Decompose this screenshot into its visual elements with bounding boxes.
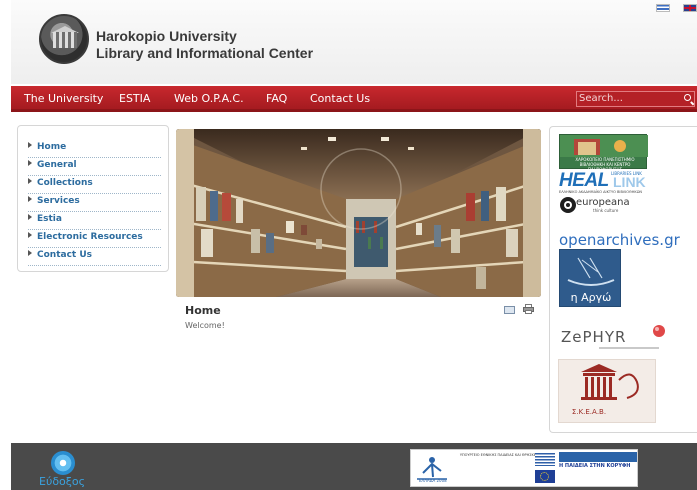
arrow-right-icon [28,160,32,166]
eu-flag-icon [535,470,555,483]
europeana-subtitle: think culture [593,208,619,213]
paideia-text: Η ΠΑΙΔΕΙΑ ΣΤΗΝ ΚΟΡΥΦΗ [559,463,631,469]
search-icon[interactable] [684,94,691,101]
site-header: Harokopio University Library and Informa… [11,0,697,84]
library-photo [176,129,541,297]
search-placeholder: Search... [579,93,623,104]
eudoxus-label[interactable]: Εύδοξος [39,476,85,488]
main-nav: The University ESTIA Web O.P.A.C. FAQ Co… [11,86,697,112]
sidebar-item-contact-us[interactable]: Contact Us [28,248,161,266]
argo-ship-icon [567,257,615,286]
english-flag-icon[interactable] [683,4,697,12]
language-switcher [656,4,697,12]
sidebar-item-label: General [37,160,77,170]
sidebar-item-label: Collections [37,178,93,188]
arrow-right-icon [28,142,32,148]
site-title-line1: Harokopio University [96,28,237,44]
sidebar-item-label: Services [37,196,80,206]
site-title: Harokopio University Library and Informa… [96,28,313,62]
sidebar-item-estia[interactable]: Estia [28,212,161,230]
sidebar-menu: Home General Collections Services Estia … [17,125,169,272]
espa-year-text: ΕΛΛΑΔΑ 2008 [419,478,447,483]
sidebar-item-general[interactable]: General [28,158,161,176]
arrow-right-icon [28,250,32,256]
greek-flag-small-icon [535,453,555,466]
site-title-line2: Library and Informational Center [96,45,314,61]
content-title: Home [185,304,221,317]
sidebar-item-collections[interactable]: Collections [28,176,161,194]
heal-subtitle: ΕΛΛΗΝΙΚΟ ΑΚΑΔΗΜΑΪΚΟ ΔΙΚΤΥΟ ΒΙΒΛΙΟΘΗΚΩΝ [559,190,643,194]
zephyr-logo[interactable]: ZePHYR [559,318,669,358]
sidebar-item-label: Estia [37,214,62,224]
skeab-text: Σ.Κ.Ε.Α.Β. [571,408,607,416]
skeab-logo[interactable]: Σ.Κ.Ε.Α.Β. [558,359,656,423]
sidebar-item-label: Electronic Resources [37,232,143,242]
email-icon[interactable] [504,306,515,314]
zephyr-underline [599,347,659,349]
greek-flag-icon[interactable] [656,4,670,12]
print-icon[interactable] [523,304,534,314]
eu-stars [540,472,549,481]
zephyr-ball-icon [653,325,665,337]
skeab-temple-icon [581,364,639,400]
openarchives-link[interactable]: openarchives.gr [559,232,680,249]
nav-estia[interactable]: ESTIA [119,92,150,106]
search-input[interactable]: Search... [576,91,695,107]
europeana-icon [560,197,576,213]
logo-building [53,32,77,48]
nav-contact-us[interactable]: Contact Us [310,92,370,106]
library-banner-image [176,129,541,297]
sidebar-item-home[interactable]: Home [28,140,161,158]
nav-web-opac[interactable]: Web O.P.A.C. [174,92,244,106]
argo-text: η Αργώ [570,291,612,304]
arrow-right-icon [28,232,32,238]
heal-link-text: LINK [613,174,646,190]
sidebar-item-electronic-resources[interactable]: Electronic Resources [28,230,161,248]
harokopio-banner-text: ΧΑΡΟΚΟΠΕΙΟ ΠΑΝΕΠΙΣΤΗΜΙΟ ΒΙΒΛΙΟΘΗΚΗ ΚΑΙ Κ… [575,157,635,169]
arrow-right-icon [28,214,32,220]
eudoxus-icon[interactable] [51,451,75,475]
espa-banner[interactable]: ΕΛΛΑΔΑ 2008 ΥΠΟΥΡΓΕΙΟ ΕΘΝΙΚΗΣ ΠΑΙΔΕΙΑΣ Κ… [410,449,638,487]
site-footer: ΕΛΛΑΔΑ 2008 ΥΠΟΥΡΓΕΙΟ ΕΘΝΙΚΗΣ ΠΑΙΔΕΙΑΣ Κ… [11,443,697,490]
nav-the-university[interactable]: The University [24,92,103,106]
sidebar-item-label: Contact Us [37,250,93,260]
arrow-right-icon [28,196,32,202]
zephyr-text: ZePHYR [561,328,627,346]
heal-link-logo[interactable]: HEAL LIBRARIES LINK LINK ΕΛΛΗΝΙΚΟ ΑΚΑΔΗΜ… [559,170,652,194]
nav-faq[interactable]: FAQ [266,92,287,106]
heal-text: HEAL [559,170,609,191]
sidebar-item-services[interactable]: Services [28,194,161,212]
europeana-logo[interactable]: europeana think culture [559,196,639,230]
harokopio-library-banner[interactable]: ΧΑΡΟΚΟΠΕΙΟ ΠΑΝΕΠΙΣΤΗΜΙΟ ΒΙΒΛΙΟΘΗΚΗ ΚΑΙ Κ… [559,134,648,169]
sidebar-item-label: Home [37,142,67,152]
university-logo[interactable] [39,14,89,64]
argo-logo[interactable]: η Αργώ [559,249,621,307]
arrow-right-icon [28,178,32,184]
paideia-icons-bar [559,452,637,462]
content-text: Welcome! [185,321,225,330]
